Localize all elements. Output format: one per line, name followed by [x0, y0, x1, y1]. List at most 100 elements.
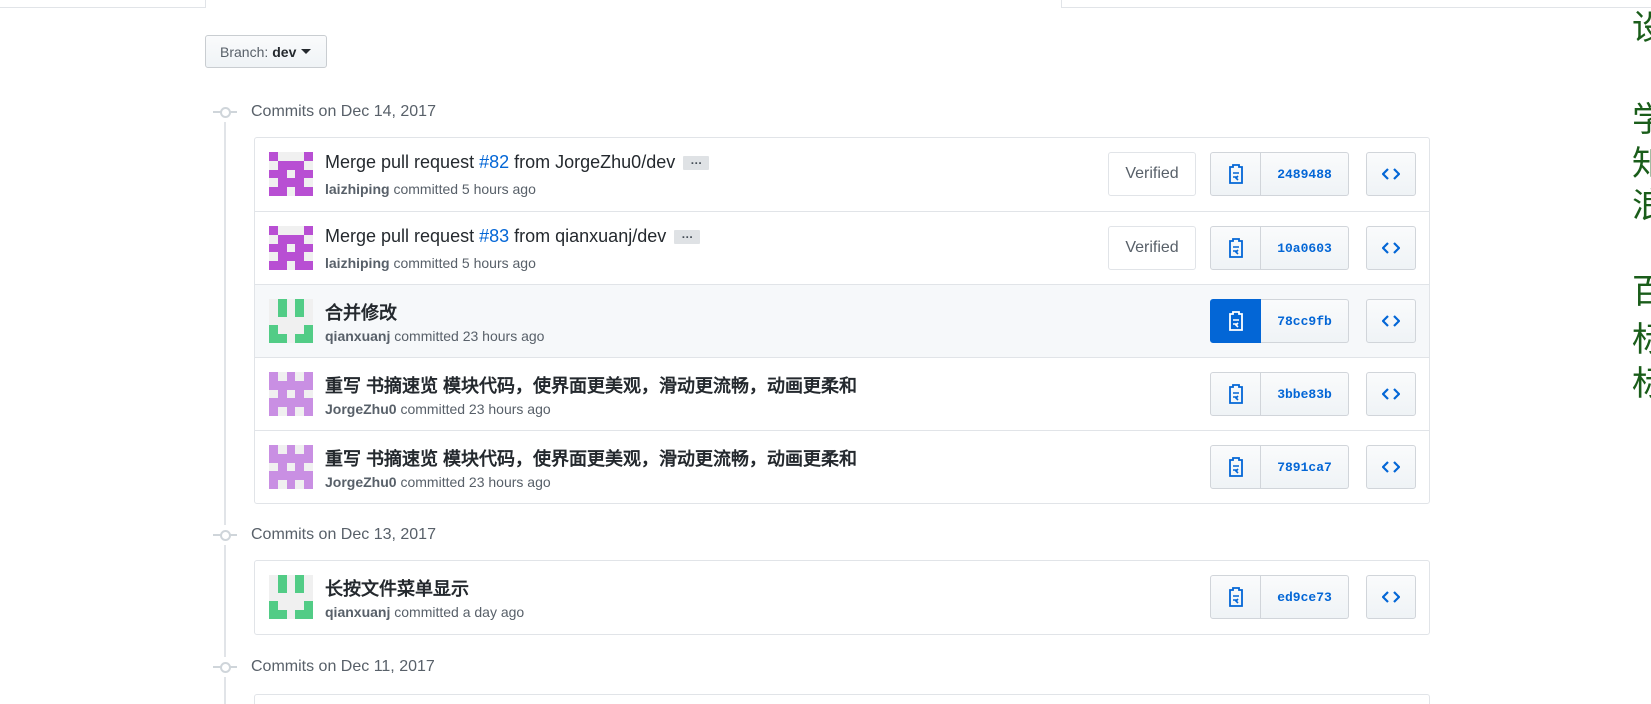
commit-author-link[interactable]: qianxuanj — [325, 604, 390, 620]
clipboard-icon — [1228, 384, 1243, 404]
sha-button-group: 7891ca7 — [1210, 445, 1349, 489]
commit-message[interactable]: 长按文件菜单显示 — [325, 575, 469, 601]
side-char: 浪 — [1632, 186, 1651, 226]
commit-row: 重写 书摘速览 模块代码，使界面更美观，滑动更流畅，动画更柔和 JorgeZhu… — [255, 430, 1429, 503]
commit-message-text: from qianxuanj/dev — [509, 226, 667, 246]
commit-group-title: Commits on Dec 13, 2017 — [251, 526, 436, 543]
code-icon — [1382, 315, 1400, 327]
copy-sha-button[interactable] — [1210, 226, 1261, 270]
commit-sha-link[interactable]: 78cc9fb — [1261, 299, 1349, 343]
branch-value: dev — [272, 43, 297, 60]
pull-request-link[interactable]: #83 — [479, 226, 509, 246]
expand-message-button[interactable]: … — [683, 154, 710, 171]
browse-code-button[interactable] — [1366, 152, 1416, 196]
top-tab-bar — [0, 0, 1651, 8]
commit-message[interactable]: Merge pull request #82 from JorgeZhu0/de… — [325, 152, 710, 173]
avatar[interactable] — [269, 372, 313, 416]
commit-meta: JorgeZhu0 committed 23 hours ago — [325, 474, 551, 490]
side-char: 设 — [1632, 8, 1651, 48]
branch-select-button[interactable]: Branch: dev — [205, 35, 327, 68]
commit-sha-link[interactable]: 7891ca7 — [1261, 445, 1349, 489]
side-char: 学 — [1632, 100, 1651, 140]
avatar[interactable] — [269, 152, 313, 196]
commit-message-text: Merge pull request — [325, 226, 480, 246]
commit-message-text: from JorgeZhu0/dev — [509, 152, 676, 172]
commit-group-header: Commits on Dec 13, 2017 — [213, 525, 436, 545]
commit-author-link[interactable]: JorgeZhu0 — [325, 401, 397, 417]
browse-code-button[interactable] — [1366, 445, 1416, 489]
commit-author-link[interactable]: laizhiping — [325, 255, 390, 271]
commit-author-link[interactable]: laizhiping — [325, 181, 390, 197]
pull-request-link[interactable]: #82 — [479, 152, 509, 172]
code-icon — [1382, 168, 1400, 180]
commit-row: 长按文件菜单显示 qianxuanj committed a day ago e… — [255, 561, 1429, 634]
commit-list: Merge pull request #82 from JorgeZhu0/de… — [254, 137, 1430, 504]
copy-sha-button[interactable] — [1210, 445, 1261, 489]
expand-message-button[interactable]: … — [674, 228, 701, 245]
browse-code-button[interactable] — [1366, 372, 1416, 416]
caret-down-icon — [301, 49, 312, 54]
commit-time: committed 23 hours ago — [400, 401, 551, 417]
commit-message[interactable]: 重写 书摘速览 模块代码，使界面更美观，滑动更流畅，动画更柔和 — [325, 445, 857, 471]
verified-label: Verified — [1125, 239, 1179, 256]
commit-message[interactable]: 重写 书摘速览 模块代码，使界面更美观，滑动更流畅，动画更柔和 — [325, 372, 857, 398]
verified-badge[interactable]: Verified — [1108, 226, 1196, 270]
branch-label: Branch: — [220, 43, 269, 60]
commit-node-icon — [213, 525, 237, 545]
sha-button-group: 2489488 — [1210, 152, 1349, 196]
commit-list: 长按文件菜单显示 qianxuanj committed a day ago e… — [254, 560, 1430, 635]
browse-code-button[interactable] — [1366, 575, 1416, 619]
copy-sha-button[interactable] — [1210, 299, 1261, 343]
browse-code-button[interactable] — [1366, 226, 1416, 270]
commit-sha-link[interactable]: 2489488 — [1261, 152, 1349, 196]
commit-group-header: Commits on Dec 14, 2017 — [213, 102, 436, 122]
commit-group-header: Commits on Dec 11, 2017 — [213, 657, 435, 677]
clipboard-icon — [1228, 587, 1243, 607]
commit-message[interactable]: 合并修改 — [325, 299, 397, 325]
commit-sha-link[interactable]: ed9ce73 — [1261, 575, 1349, 619]
commit-author-link[interactable]: JorgeZhu0 — [325, 474, 397, 490]
code-icon — [1382, 591, 1400, 603]
sha-button-group: ed9ce73 — [1210, 575, 1349, 619]
timeline-line — [224, 112, 226, 704]
commit-sha-link[interactable]: 10a0603 — [1261, 226, 1349, 270]
active-tab[interactable] — [205, 0, 1062, 8]
copy-sha-button[interactable] — [1210, 152, 1261, 196]
copy-sha-button[interactable] — [1210, 575, 1261, 619]
side-char: 知 — [1632, 144, 1651, 184]
clipboard-icon — [1228, 164, 1243, 184]
commit-meta: qianxuanj committed 23 hours ago — [325, 328, 544, 344]
verified-label: Verified — [1125, 165, 1179, 182]
clipboard-icon — [1228, 311, 1243, 331]
avatar[interactable] — [269, 299, 313, 343]
avatar[interactable] — [269, 226, 313, 270]
commit-time: committed 23 hours ago — [400, 474, 551, 490]
sha-button-group: 3bbe83b — [1210, 372, 1349, 416]
commit-row: 重写 书摘速览 模块代码，使界面更美观，滑动更流畅，动画更柔和 JorgeZhu… — [255, 357, 1429, 430]
commit-time: committed 5 hours ago — [393, 181, 536, 197]
copy-sha-button[interactable] — [1210, 372, 1261, 416]
code-icon — [1382, 242, 1400, 254]
commit-list — [254, 694, 1430, 704]
commit-sha-link[interactable]: 3bbe83b — [1261, 372, 1349, 416]
side-char: 百 — [1632, 272, 1651, 312]
clipboard-icon — [1228, 238, 1243, 258]
commit-node-icon — [213, 102, 237, 122]
browse-code-button[interactable] — [1366, 299, 1416, 343]
commit-row: Merge pull request #83 from qianxuanj/de… — [255, 211, 1429, 284]
commit-meta: laizhiping committed 5 hours ago — [325, 181, 536, 197]
code-icon — [1382, 388, 1400, 400]
commit-author-link[interactable]: qianxuanj — [325, 328, 390, 344]
avatar[interactable] — [269, 445, 313, 489]
commit-time: committed 23 hours ago — [394, 328, 545, 344]
commit-node-icon — [213, 657, 237, 677]
commit-message[interactable]: Merge pull request #83 from qianxuanj/de… — [325, 226, 701, 247]
clipboard-icon — [1228, 457, 1243, 477]
verified-badge[interactable]: Verified — [1108, 152, 1196, 196]
commit-meta: laizhiping committed 5 hours ago — [325, 255, 536, 271]
commit-meta: qianxuanj committed a day ago — [325, 604, 524, 620]
commit-time: committed a day ago — [394, 604, 525, 620]
avatar[interactable] — [269, 575, 313, 619]
commit-row: 合并修改 qianxuanj committed 23 hours ago 78… — [255, 284, 1429, 357]
sha-button-group: 10a0603 — [1210, 226, 1349, 270]
